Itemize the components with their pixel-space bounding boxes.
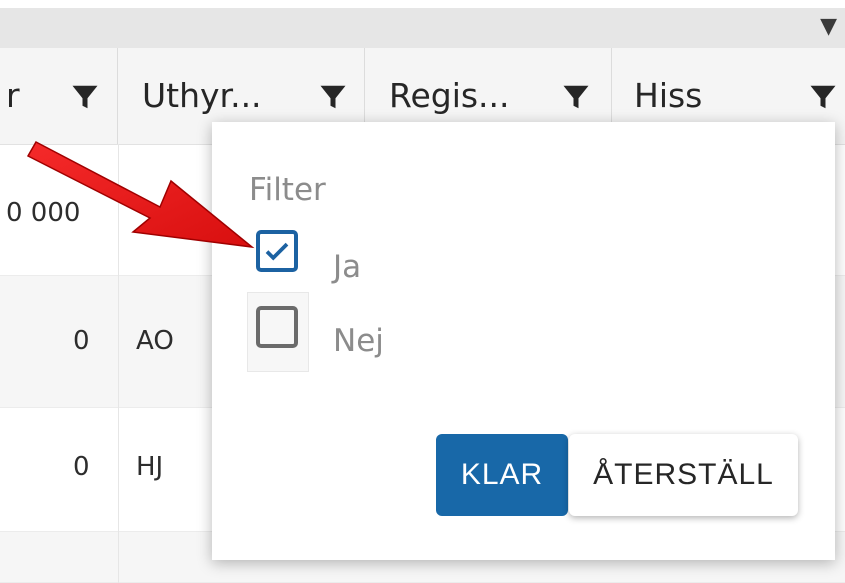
filter-option-ja-label[interactable]: Ja [333,249,361,285]
table-cell-number: 0 [73,326,90,356]
filter-icon[interactable] [561,82,591,112]
toolbar: ▼ [0,8,845,48]
filter-option-ja-checkbox[interactable] [256,230,298,272]
filter-icon[interactable] [70,82,100,112]
filter-title: Filter [249,172,326,208]
table-cell-code: AO [136,326,174,356]
reset-filter-button[interactable]: ÅTERSTÄLL [569,434,798,516]
dropdown-caret-icon[interactable]: ▼ [820,14,837,39]
column-header-label: Regis... [389,76,510,115]
apply-filter-button[interactable]: KLAR [436,434,568,516]
filter-icon[interactable] [318,82,348,112]
column-header-label: Hiss [634,76,703,115]
checkmark-icon [265,242,289,261]
table-cell-code: HJ [136,452,164,482]
column-header-label: Uthyr... [142,76,262,115]
column-header[interactable]: r [0,48,118,144]
table-cell-number: 0 000 [6,198,81,228]
filter-popup: Filter Ja Nej KLAR ÅTERSTÄLL [212,122,835,560]
column-divider [118,144,119,583]
table-cell-number: 0 [73,452,90,482]
filter-icon[interactable] [808,82,838,112]
column-header-label: r [6,76,20,115]
filter-option-nej-checkbox[interactable] [256,306,298,348]
filter-option-nej-label[interactable]: Nej [333,323,384,359]
